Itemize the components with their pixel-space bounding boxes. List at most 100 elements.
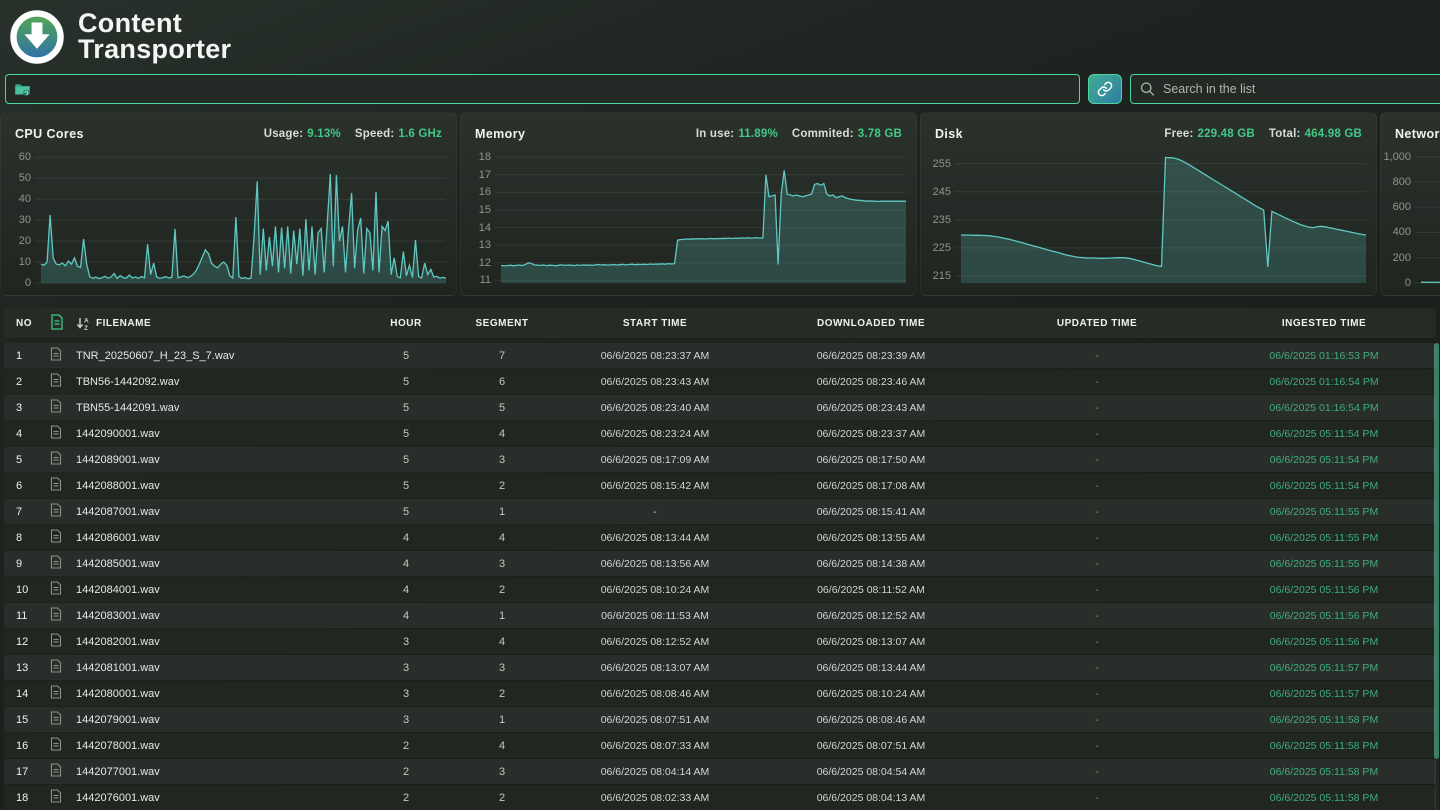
axis-tick-label: 10 (19, 256, 31, 268)
cell-no: 14 (16, 688, 50, 700)
search-input-wrap (1130, 74, 1440, 104)
cell-start-time: 06/6/2025 08:07:51 AM (550, 714, 760, 726)
cell-downloaded-time: 06/6/2025 08:14:38 AM (760, 558, 982, 570)
file-icon (50, 555, 62, 569)
table-row[interactable]: 3 TBN55-1442091.wav 5 5 06/6/2025 08:23:… (4, 395, 1436, 420)
table-row[interactable]: 11 1442083001.wav 4 1 06/6/2025 08:11:53… (4, 603, 1436, 628)
axis-tick-label: 1,000 (1383, 151, 1411, 163)
network-panel-title: Network (1395, 127, 1440, 141)
path-input-wrap (5, 74, 1080, 104)
table-row[interactable]: 15 1442079001.wav 3 1 06/6/2025 08:07:51… (4, 707, 1436, 732)
network-plot (1421, 151, 1440, 283)
table-row[interactable]: 5 1442089001.wav 5 3 06/6/2025 08:17:09 … (4, 447, 1436, 472)
table-row[interactable]: 2 TBN56-1442092.wav 5 6 06/6/2025 08:23:… (4, 369, 1436, 394)
cpu-panel-title: CPU Cores (15, 127, 84, 141)
cell-segment: 3 (454, 558, 550, 570)
cell-start-time: 06/6/2025 08:04:14 AM (550, 766, 760, 778)
cell-filename: 1442079001.wav (76, 714, 358, 726)
file-icon (50, 789, 62, 803)
table-scrollbar[interactable] (1434, 343, 1439, 810)
table-row[interactable]: 13 1442081001.wav 3 3 06/6/2025 08:13:07… (4, 655, 1436, 680)
disk-total-label: Total: (1269, 128, 1301, 140)
col-downloaded-time: DOWNLOADED TIME (760, 318, 982, 329)
cell-ingested-time: 06/6/2025 05:11:58 PM (1212, 740, 1436, 752)
file-icon (50, 633, 62, 647)
table-row[interactable]: 4 1442090001.wav 5 4 06/6/2025 08:23:24 … (4, 421, 1436, 446)
table-row[interactable]: 7 1442087001.wav 5 1 - 06/6/2025 08:15:4… (4, 499, 1436, 524)
cpu-plot (41, 151, 446, 283)
path-input[interactable] (6, 75, 1079, 103)
cell-hour: 5 (358, 480, 454, 492)
table-row[interactable]: 17 1442077001.wav 2 3 06/6/2025 08:04:14… (4, 759, 1436, 784)
disk-free-value: 229.48 GB (1198, 128, 1255, 140)
cell-start-time: 06/6/2025 08:08:46 AM (550, 688, 760, 700)
axis-tick-label: 14 (479, 222, 491, 234)
col-file-icon (50, 314, 76, 333)
table-row[interactable]: 1 TNR_20250607_H_23_S_7.wav 5 7 06/6/202… (4, 343, 1436, 368)
col-ingested-time: INGESTED TIME (1212, 318, 1436, 329)
cell-ingested-time: 06/6/2025 05:11:56 PM (1212, 610, 1436, 622)
file-icon (50, 373, 62, 387)
cpu-y-axis: 6050403020100 (1, 151, 41, 283)
axis-tick-label: 60 (19, 151, 31, 163)
cell-segment: 3 (454, 662, 550, 674)
table-row[interactable]: 6 1442088001.wav 5 2 06/6/2025 08:15:42 … (4, 473, 1436, 498)
cell-ingested-time: 06/6/2025 05:11:55 PM (1212, 506, 1436, 518)
cell-start-time: 06/6/2025 08:12:52 AM (550, 636, 760, 648)
file-icon (50, 607, 62, 621)
cell-file-icon (50, 555, 76, 572)
scrollbar-thumb[interactable] (1434, 343, 1439, 759)
cell-segment: 1 (454, 610, 550, 622)
cell-updated-time: - (982, 532, 1212, 544)
table-row[interactable]: 9 1442085001.wav 4 3 06/6/2025 08:13:56 … (4, 551, 1436, 576)
cell-file-icon (50, 503, 76, 520)
cell-ingested-time: 06/6/2025 05:11:54 PM (1212, 428, 1436, 440)
cell-updated-time: - (982, 610, 1212, 622)
cell-filename: 1442086001.wav (76, 532, 358, 544)
file-icon (50, 659, 62, 673)
cell-ingested-time: 06/6/2025 05:11:55 PM (1212, 532, 1436, 544)
table-row[interactable]: 10 1442084001.wav 4 2 06/6/2025 08:10:24… (4, 577, 1436, 602)
cell-downloaded-time: 06/6/2025 08:23:46 AM (760, 376, 982, 388)
axis-tick-label: 245 (933, 186, 951, 198)
file-icon (50, 529, 62, 543)
table-row[interactable]: 12 1442082001.wav 3 4 06/6/2025 08:12:52… (4, 629, 1436, 654)
cell-file-icon (50, 373, 76, 390)
axis-tick-label: 30 (19, 214, 31, 226)
sort-az-icon[interactable]: A Z (76, 316, 91, 331)
cell-no: 8 (16, 532, 50, 544)
axis-tick-label: 12 (479, 257, 491, 269)
cell-filename: 1442090001.wav (76, 428, 358, 440)
cell-segment: 7 (454, 350, 550, 362)
cell-hour: 3 (358, 714, 454, 726)
axis-tick-label: 40 (19, 193, 31, 205)
link-button[interactable] (1088, 74, 1122, 104)
cell-downloaded-time: 06/6/2025 08:12:52 AM (760, 610, 982, 622)
axis-tick-label: 15 (479, 204, 491, 216)
search-input[interactable] (1131, 75, 1440, 103)
cell-downloaded-time: 06/6/2025 08:17:08 AM (760, 480, 982, 492)
col-start-time: START TIME (550, 318, 760, 329)
table-row[interactable]: 14 1442080001.wav 3 2 06/6/2025 08:08:46… (4, 681, 1436, 706)
network-chart-svg (1421, 151, 1440, 283)
folder-icon[interactable] (14, 81, 31, 98)
cell-downloaded-time: 06/6/2025 08:11:52 AM (760, 584, 982, 596)
table-row[interactable]: 18 1442076001.wav 2 2 06/6/2025 08:02:33… (4, 785, 1436, 810)
cell-start-time: - (550, 506, 760, 518)
cell-file-icon (50, 529, 76, 546)
cell-filename: 1442088001.wav (76, 480, 358, 492)
table-row[interactable]: 8 1442086001.wav 4 4 06/6/2025 08:13:44 … (4, 525, 1436, 550)
cell-segment: 4 (454, 636, 550, 648)
cell-downloaded-time: 06/6/2025 08:04:13 AM (760, 792, 982, 804)
app-header: Content Transporter (0, 0, 1440, 70)
file-icon (50, 503, 62, 517)
cell-no: 15 (16, 714, 50, 726)
cell-segment: 1 (454, 714, 550, 726)
cell-hour: 2 (358, 740, 454, 752)
col-no: NO (16, 318, 50, 329)
table-row[interactable]: 16 1442078001.wav 2 4 06/6/2025 08:07:33… (4, 733, 1436, 758)
cell-filename: 1442078001.wav (76, 740, 358, 752)
cell-hour: 4 (358, 610, 454, 622)
cell-segment: 3 (454, 454, 550, 466)
cell-start-time: 06/6/2025 08:23:24 AM (550, 428, 760, 440)
